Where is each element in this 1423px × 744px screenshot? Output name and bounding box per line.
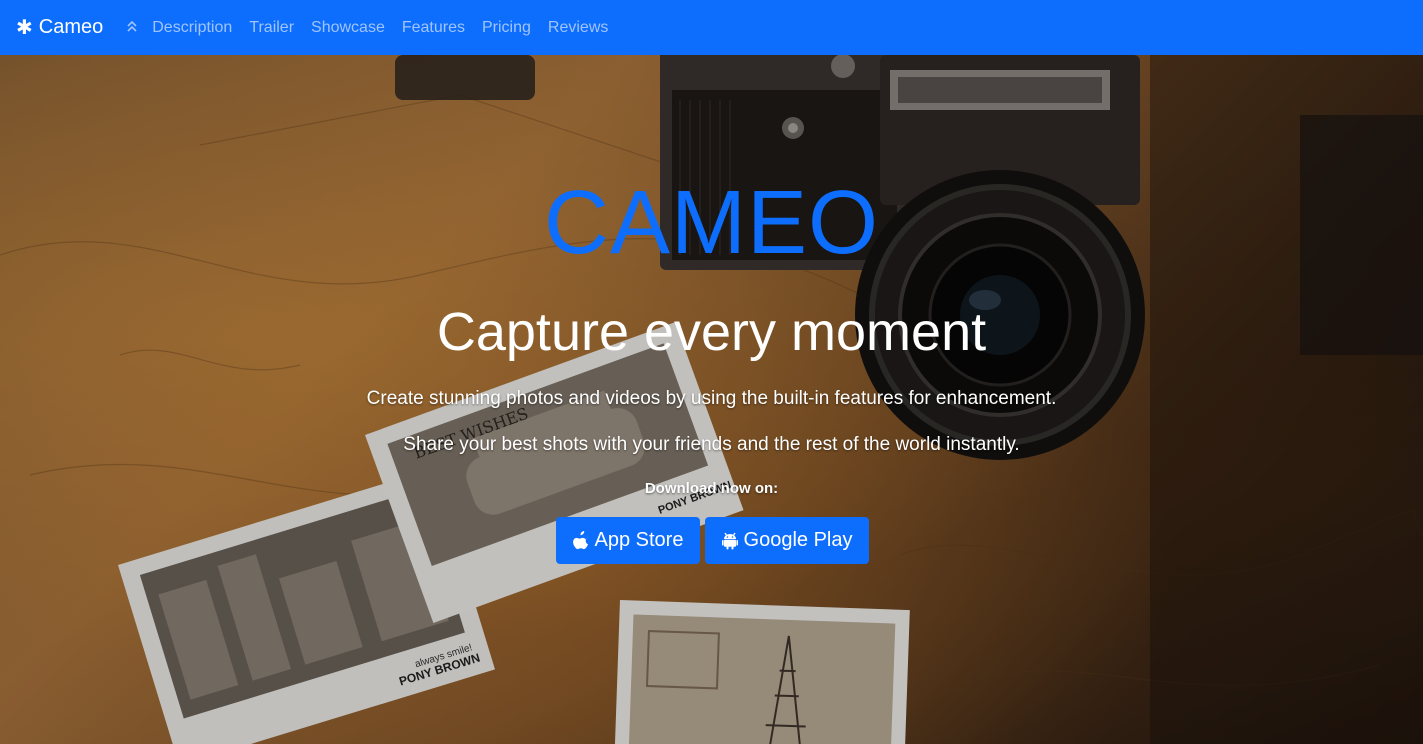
hero-subtitle: Capture every moment <box>436 302 987 362</box>
asterisk-icon: ✱ <box>16 16 33 39</box>
nav-link-trailer[interactable]: Trailer <box>249 19 294 37</box>
google-play-button[interactable]: Google Play <box>705 517 869 564</box>
chevron-double-up-icon[interactable] <box>127 20 137 35</box>
nav-link-features[interactable]: Features <box>402 19 465 37</box>
android-icon <box>721 532 738 550</box>
hero-description-2: Share your best shots with your friends … <box>403 434 1020 455</box>
hero-description-1: Create stunning photos and videos by usi… <box>366 388 1057 409</box>
google-play-label: Google Play <box>743 529 853 551</box>
brand-link[interactable]: ✱ Cameo <box>16 16 103 39</box>
app-store-label: App Store <box>594 529 684 551</box>
nav-link-description[interactable]: Description <box>152 19 232 37</box>
hero-section: always smile! PONY BROWN BEST WISHES PON… <box>0 55 1423 744</box>
nav-link-pricing[interactable]: Pricing <box>482 19 531 37</box>
nav-link-showcase[interactable]: Showcase <box>311 19 385 37</box>
top-navbar: ✱ Cameo Description Trailer Showcase Fea… <box>0 0 1423 55</box>
hero-title: CAMEO <box>543 173 880 273</box>
download-label: Download now on: <box>644 480 779 497</box>
nav-link-reviews[interactable]: Reviews <box>548 19 608 37</box>
app-store-button[interactable]: App Store <box>556 517 700 564</box>
brand-label: Cameo <box>38 16 104 38</box>
nav-links: Description Trailer Showcase Features Pr… <box>127 19 625 37</box>
apple-icon <box>572 531 588 550</box>
